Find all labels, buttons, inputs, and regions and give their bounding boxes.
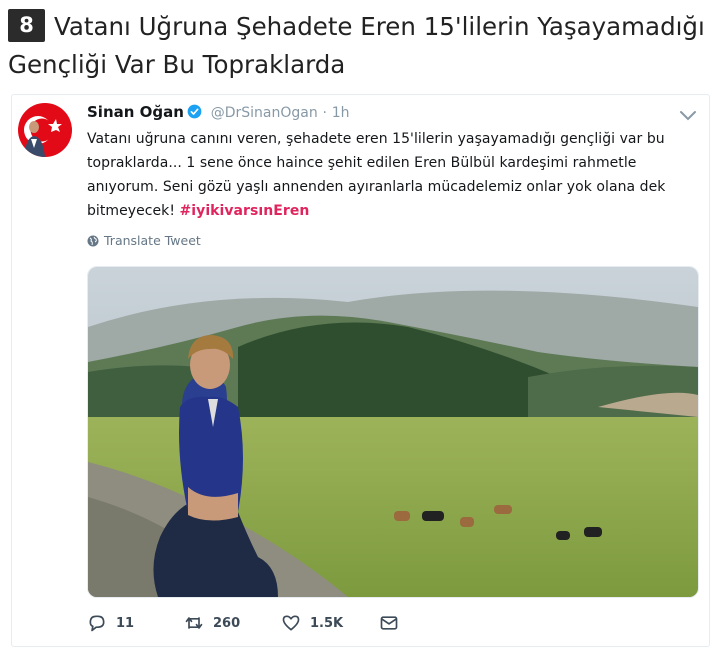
tweet-body: Vatanı uğruna canını veren, şehadete ere… <box>87 131 666 219</box>
translate-label: Translate Tweet <box>104 233 201 248</box>
verified-icon <box>187 104 202 119</box>
reply-button[interactable]: 11 <box>87 611 134 635</box>
tweet-time[interactable]: 1h <box>332 105 350 121</box>
retweet-icon <box>185 617 203 629</box>
author-handle[interactable]: @DrSinanOgan <box>211 105 318 121</box>
tweet-header: Sinan Oğan @DrSinanOgan · 1h <box>87 103 350 121</box>
retweet-count: 260 <box>213 615 241 631</box>
chevron-down-icon[interactable] <box>679 107 697 121</box>
like-count: 1.5K <box>310 615 344 631</box>
meta-separator: · <box>322 105 327 121</box>
tweet-text: Vatanı uğruna canını veren, şehadete ere… <box>87 127 697 223</box>
globe-icon <box>87 235 99 247</box>
like-icon <box>282 615 300 631</box>
message-icon <box>380 616 398 630</box>
tweet-actions: 11 260 1.5K <box>87 611 487 635</box>
avatar[interactable] <box>18 103 72 157</box>
reply-count: 11 <box>116 615 135 631</box>
retweet-button[interactable]: 260 <box>184 611 240 635</box>
translate-tweet-link[interactable]: Translate Tweet <box>87 233 201 248</box>
direct-message-button[interactable] <box>379 611 408 635</box>
tweet-photo[interactable] <box>87 266 699 598</box>
hashtag-link[interactable]: #iyikivarsınEren <box>180 203 310 219</box>
headline-title: Vatanı Uğruna Şehadete Eren 15'lilerin Y… <box>8 12 705 79</box>
like-button[interactable]: 1.5K <box>281 611 343 635</box>
author-name[interactable]: Sinan Oğan <box>87 103 184 121</box>
embedded-tweet: Sinan Oğan @DrSinanOgan · 1h Vatanı uğru… <box>11 94 710 647</box>
reply-icon <box>89 615 105 632</box>
